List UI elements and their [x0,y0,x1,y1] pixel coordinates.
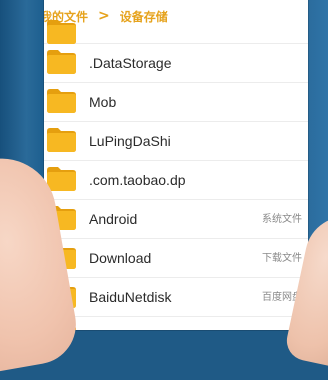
list-item[interactable]: BaiduNetdisk 百度网盘 [44,278,308,317]
folder-name: .DataStorage [89,55,172,71]
file-manager-screen: 我的文件 > 设备存储 .DataStorage Mob LuPingDaShi… [44,0,308,330]
list-item[interactable] [44,317,308,330]
folder-description: 系统文件 [262,214,302,225]
folder-name: .com.taobao.dp [89,172,186,188]
list-item[interactable]: .com.taobao.dp [44,161,308,200]
list-item[interactable]: LuPingDaShi [44,122,308,161]
list-item[interactable]: .DataStorage [44,44,308,83]
folder-name: BaiduNetdisk [89,289,172,305]
list-item[interactable]: Android 系统文件 [44,200,308,239]
breadcrumb-current: 设备存储 [119,9,168,24]
folder-icon [47,20,76,44]
folder-name: Download [89,250,152,266]
folder-icon [47,50,76,74]
list-item[interactable]: Download 下载文件 [44,239,308,278]
folder-icon [47,167,76,191]
folder-icon [47,128,76,152]
list-item[interactable]: Mob [44,83,308,122]
list-item[interactable] [44,20,308,44]
breadcrumb: 我的文件 > 设备存储 [44,0,308,32]
folder-icon [47,89,76,113]
folder-description: 下载文件 [262,253,302,264]
folder-list: .DataStorage Mob LuPingDaShi .com.taobao… [44,20,308,330]
folder-name: Mob [89,94,117,110]
folder-name: LuPingDaShi [89,133,171,149]
folder-name: Android [89,211,138,227]
chevron-right-icon: > [98,8,110,24]
